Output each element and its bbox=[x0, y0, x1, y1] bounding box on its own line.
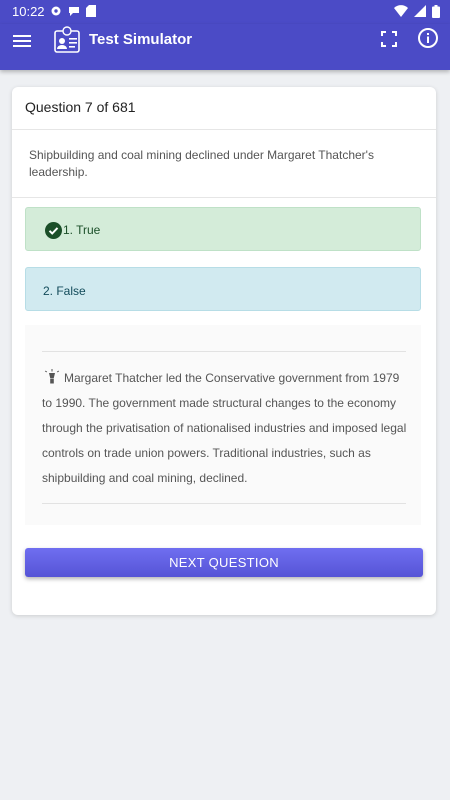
info-icon[interactable] bbox=[417, 27, 439, 49]
app-bar: Test Simulator bbox=[0, 24, 450, 70]
explanation-text: Margaret Thatcher led the Conservative g… bbox=[42, 371, 407, 485]
check-circle-icon bbox=[45, 222, 62, 239]
question-text: Shipbuilding and coal mining declined un… bbox=[29, 148, 374, 179]
status-time: 10:22 bbox=[12, 4, 45, 19]
divider bbox=[42, 503, 406, 504]
explanation-panel: Margaret Thatcher led the Conservative g… bbox=[25, 325, 421, 525]
menu-icon[interactable] bbox=[10, 29, 34, 53]
question-counter: Question 7 of 681 bbox=[25, 99, 136, 115]
app-logo-icon bbox=[54, 26, 80, 53]
status-bar: 10:22 bbox=[0, 0, 450, 24]
chat-icon bbox=[69, 7, 79, 16]
option-false[interactable]: 2. False bbox=[25, 267, 421, 311]
app-title: Test Simulator bbox=[89, 31, 193, 48]
option-true[interactable]: 1. True bbox=[25, 207, 421, 251]
question-card: Question 7 of 681 Shipbuilding and coal … bbox=[12, 87, 436, 615]
battery-icon bbox=[432, 5, 440, 18]
wifi-icon bbox=[394, 5, 408, 17]
fullscreen-icon[interactable] bbox=[380, 30, 398, 48]
option-label: 1. True bbox=[63, 223, 101, 237]
question-header: Question 7 of 681 bbox=[12, 87, 436, 130]
divider bbox=[42, 351, 406, 352]
divider bbox=[12, 197, 436, 198]
sd-card-icon bbox=[86, 5, 96, 17]
settings-icon bbox=[51, 6, 61, 16]
option-label: 2. False bbox=[43, 284, 86, 298]
next-question-button[interactable]: NEXT QUESTION bbox=[25, 548, 423, 577]
signal-icon bbox=[414, 5, 426, 17]
